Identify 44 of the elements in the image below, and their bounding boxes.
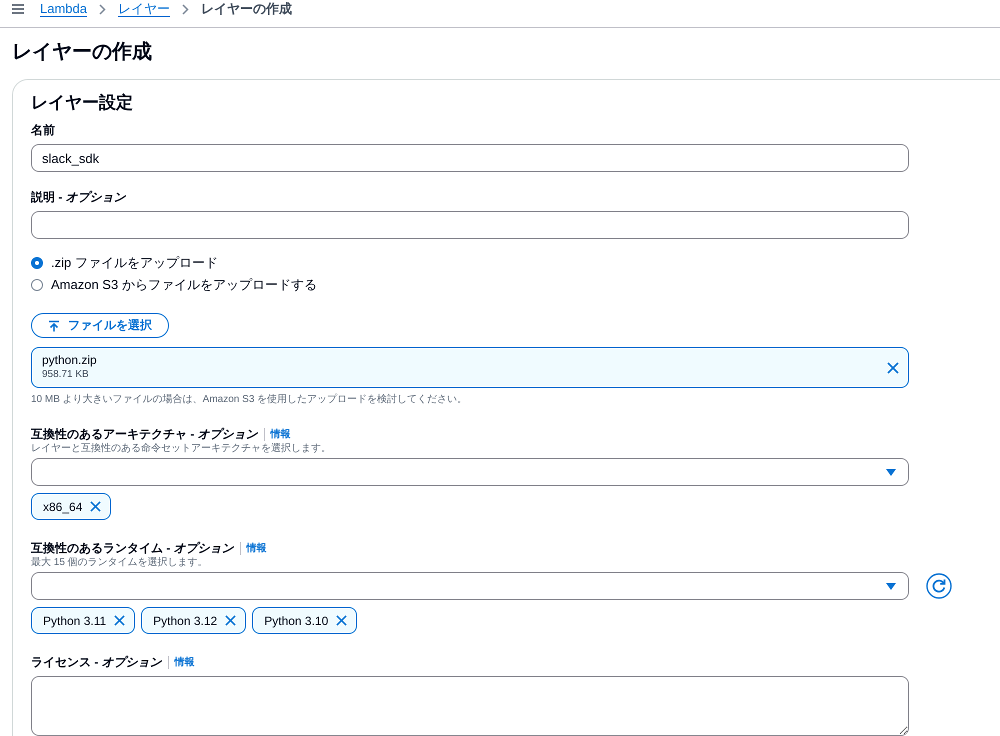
breadcrumb-link[interactable]: Lambda [40, 1, 87, 17]
field-label: 互換性のあるランタイム - オプション [31, 540, 234, 556]
multiselect-dropdown[interactable] [31, 458, 909, 486]
radio-label: Amazon S3 からファイルをアップロードする [51, 276, 317, 294]
radio-label: .zip ファイルをアップロード [51, 254, 218, 272]
remove-icon[interactable] [336, 615, 348, 626]
license-textarea[interactable] [31, 676, 909, 736]
token-label: x86_64 [43, 500, 82, 514]
info-link[interactable]: 情報 [246, 541, 267, 555]
file-name: python.zip [42, 353, 97, 368]
choose-file-button[interactable]: ファイルを選択 [31, 313, 169, 338]
caret-down-icon [886, 468, 896, 476]
breadcrumb-link[interactable]: レイヤー [118, 1, 170, 17]
name-input[interactable]: slack_sdk [31, 144, 909, 172]
field-label: 説明 - オプション [31, 189, 126, 205]
info-link[interactable]: 情報 [174, 655, 195, 669]
page-title: レイヤーの作成 [12, 40, 153, 65]
file-size-hint: 10 MB より大きいファイルの場合は、Amazon S3 を使用したアップロードを検討してください。 [31, 392, 468, 406]
remove-icon[interactable] [90, 501, 102, 512]
remove-icon[interactable] [114, 615, 126, 626]
file-size: 958.71 KB [42, 368, 90, 382]
remove-icon[interactable] [225, 615, 236, 626]
close-icon[interactable] [887, 362, 899, 374]
multiselect-dropdown[interactable] [31, 572, 909, 600]
token-label: Python 3.12 [153, 614, 218, 628]
upload-icon [48, 320, 60, 332]
description-input[interactable] [31, 211, 909, 239]
token-label: Python 3.10 [264, 614, 328, 628]
token-label: Python 3.11 [43, 614, 106, 628]
field-label: 名前 [31, 122, 55, 138]
radio-button[interactable] [31, 257, 43, 269]
section-title: レイヤー設定 [31, 92, 133, 114]
field-description: レイヤーと互換性のある命令セットアーキテクチャを選択します。 [31, 442, 331, 456]
refresh-icon[interactable] [926, 573, 952, 599]
breadcrumb-current: レイヤーの作成 [200, 1, 292, 17]
caret-down-icon [886, 582, 896, 590]
menu-icon[interactable] [12, 4, 24, 14]
field-label: ライセンス - オプション [31, 654, 162, 670]
info-link[interactable]: 情報 [270, 427, 291, 441]
field-label: 互換性のあるアーキテクチャ - オプション [31, 426, 258, 442]
field-description: 最大 15 個のランタイムを選択します。 [31, 556, 208, 570]
radio-button[interactable] [31, 279, 43, 291]
chevron-right-icon [98, 4, 106, 15]
chevron-right-icon [182, 4, 189, 15]
